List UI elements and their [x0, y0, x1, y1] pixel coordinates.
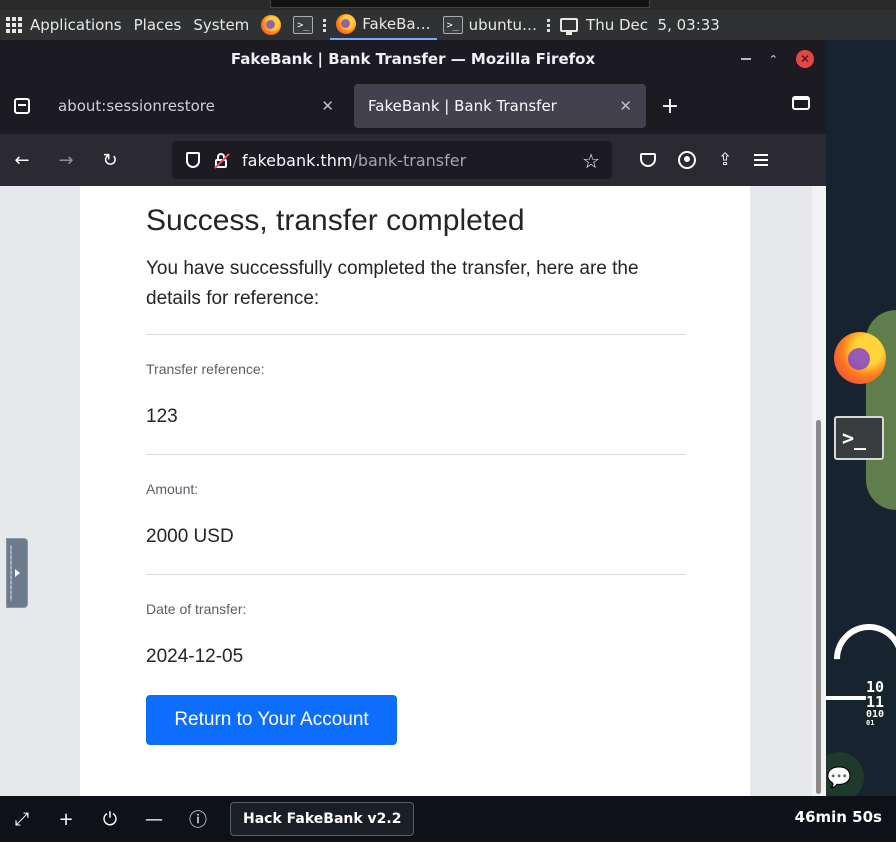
firefox-view-button[interactable] [0, 78, 44, 134]
tab-bank-transfer[interactable]: FakeBank | Bank Transfer ✕ [354, 84, 646, 128]
url-path: /bank-transfer [352, 150, 467, 170]
insecure-lock-icon[interactable] [214, 153, 230, 169]
terminal-desktop-icon[interactable]: >_ [834, 416, 884, 460]
navigation-toolbar: ← → ↻ fakebank.thm/bank-transfer ☆ ⇪ [0, 134, 826, 186]
amount-label: Amount: [146, 481, 199, 497]
chat-bubble-icon[interactable]: 💬 [826, 752, 864, 796]
terminal-icon: >_ [442, 16, 463, 34]
tab-bar: about:sessionrestore ✕ FakeBank | Bank T… [0, 78, 826, 134]
firefox-view-icon [14, 98, 30, 114]
scrollbar-thumb[interactable] [816, 420, 821, 794]
zoom-out-icon[interactable]: — [132, 809, 176, 830]
bottom-toolbar: ⤢ + ⏻ — ⓘ Hack FakeBank v2.2 46min 50s [0, 796, 896, 842]
fullscreen-icon[interactable]: ⤢ [0, 809, 44, 830]
tab-label: FakeBank | Bank Transfer [368, 97, 557, 115]
clock[interactable]: Thu Dec 5, 03:33 [584, 10, 720, 40]
firefox-launcher[interactable] [255, 10, 287, 40]
tab-label: about:sessionrestore [58, 97, 215, 115]
page-viewport: Success, transfer completed You have suc… [0, 186, 812, 796]
applications-menu[interactable]: Applications [0, 10, 128, 40]
forward-button[interactable]: → [44, 150, 88, 171]
divider [146, 334, 686, 335]
info-icon[interactable]: ⓘ [176, 806, 220, 832]
reload-button[interactable]: ↻ [88, 150, 132, 171]
sidebar-toggle-handle[interactable] [6, 538, 28, 608]
wallpaper-arc [826, 609, 896, 709]
bookmark-star-icon[interactable]: ☆ [582, 149, 600, 173]
minimize-icon[interactable] [740, 58, 751, 60]
apps-grid-icon [6, 17, 22, 33]
page-title: Success, transfer completed [146, 204, 525, 237]
terminal-icon: >_ [293, 16, 314, 34]
window-title: FakeBank | Bank Transfer — Mozilla Firef… [230, 50, 596, 68]
address-bar[interactable]: fakebank.thm/bank-transfer ☆ [172, 141, 612, 179]
date-value: 2024-12-05 [146, 646, 244, 667]
taskbar-terminal[interactable]: >_ ubuntu… [437, 10, 543, 40]
power-icon[interactable]: ⏻ [88, 809, 132, 830]
menu-icon[interactable] [754, 154, 769, 166]
places-menu[interactable]: Places [128, 10, 188, 40]
wallpaper-line [826, 696, 866, 700]
tracking-protection-icon[interactable] [186, 152, 200, 168]
chevron-right-icon [14, 569, 20, 577]
top-panel: Applications Places System >_ FakeBa… >_… [0, 10, 896, 40]
url-host: fakebank.thm [242, 150, 353, 170]
firefox-desktop-icon[interactable] [834, 332, 886, 384]
return-to-account-button[interactable]: Return to Your Account [146, 695, 397, 745]
back-button[interactable]: ← [0, 150, 44, 171]
close-tab-icon[interactable]: ✕ [619, 97, 632, 115]
session-timer: 46min 50s [794, 808, 882, 826]
transfer-result-card: Success, transfer completed You have suc… [80, 186, 750, 796]
maximize-icon[interactable]: ⌃ [769, 53, 778, 66]
firefox-icon [261, 15, 282, 35]
desktop-background: >_ 10 11 010 01 💬 [826, 40, 896, 796]
system-menu[interactable]: System [187, 10, 255, 40]
top-strip [0, 0, 896, 10]
extensions-icon[interactable]: ⇪ [718, 150, 732, 170]
hack-fakebank-button[interactable]: Hack FakeBank v2.2 [230, 802, 415, 836]
show-desktop-button[interactable] [554, 10, 584, 40]
close-tab-icon[interactable]: ✕ [321, 97, 334, 115]
monitor-icon [560, 18, 579, 35]
pocket-icon[interactable] [640, 153, 656, 167]
account-icon[interactable] [678, 151, 696, 169]
wallpaper-binary: 10 11 010 01 [866, 678, 885, 727]
taskbar-firefox[interactable]: FakeBa… [330, 10, 437, 40]
transfer-reference-value: 123 [146, 406, 178, 427]
close-window-button[interactable]: ✕ [796, 50, 814, 68]
firefox-icon [336, 14, 357, 34]
window-controls: ⌃ ✕ [740, 50, 814, 68]
list-all-tabs-icon[interactable] [792, 96, 810, 110]
top-strip-window [270, 0, 650, 8]
tab-sessionrestore[interactable]: about:sessionrestore ✕ [44, 84, 348, 128]
taskbar-firefox-label: FakeBa… [362, 15, 431, 33]
scrollbar[interactable] [812, 186, 826, 796]
divider [146, 454, 686, 455]
divider [146, 574, 686, 575]
desktop-screen: Applications Places System >_ FakeBa… >_… [0, 0, 896, 842]
date-label: Date of transfer: [146, 601, 247, 617]
window-titlebar: FakeBank | Bank Transfer — Mozilla Firef… [0, 40, 826, 78]
taskbar-terminal-label: ubuntu… [468, 16, 538, 34]
terminal-launcher[interactable]: >_ [287, 10, 319, 40]
amount-value: 2000 USD [146, 526, 234, 547]
panel-separator [547, 18, 551, 32]
zoom-in-icon[interactable]: + [44, 809, 88, 830]
new-tab-button[interactable]: + [652, 94, 688, 119]
transfer-reference-label: Transfer reference: [146, 361, 265, 377]
page-description: You have successfully completed the tran… [146, 258, 639, 309]
panel-separator [323, 18, 327, 32]
applications-label: Applications [30, 16, 122, 34]
toolbar-icons: ⇪ [640, 134, 769, 186]
